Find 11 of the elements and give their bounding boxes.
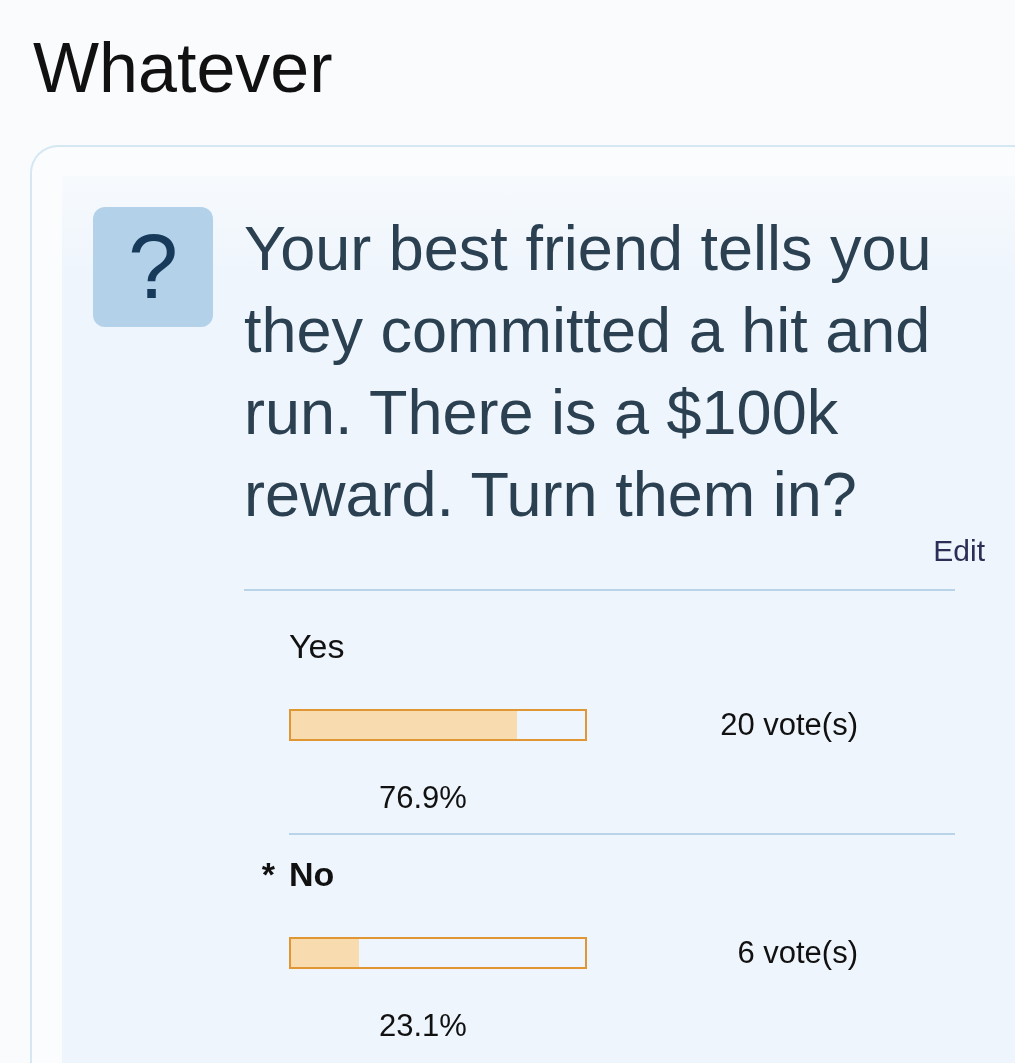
page-title: Whatever (33, 33, 333, 103)
option-label: Yes (289, 626, 345, 666)
vote-percent: 76.9% (379, 779, 467, 817)
vote-count: 20 vote(s) (720, 708, 858, 742)
vote-percent: 23.1% (379, 1007, 467, 1045)
vote-count: 6 vote(s) (737, 936, 858, 970)
option-label: No (289, 854, 335, 894)
edit-link[interactable]: Edit (933, 535, 985, 567)
vote-marker: * (261, 854, 275, 894)
question-text: Your best friend tells you they committed a hit and run. There is a $100k reward. Turn them in? (244, 212, 933, 531)
question-mark-icon: ? (93, 207, 213, 327)
